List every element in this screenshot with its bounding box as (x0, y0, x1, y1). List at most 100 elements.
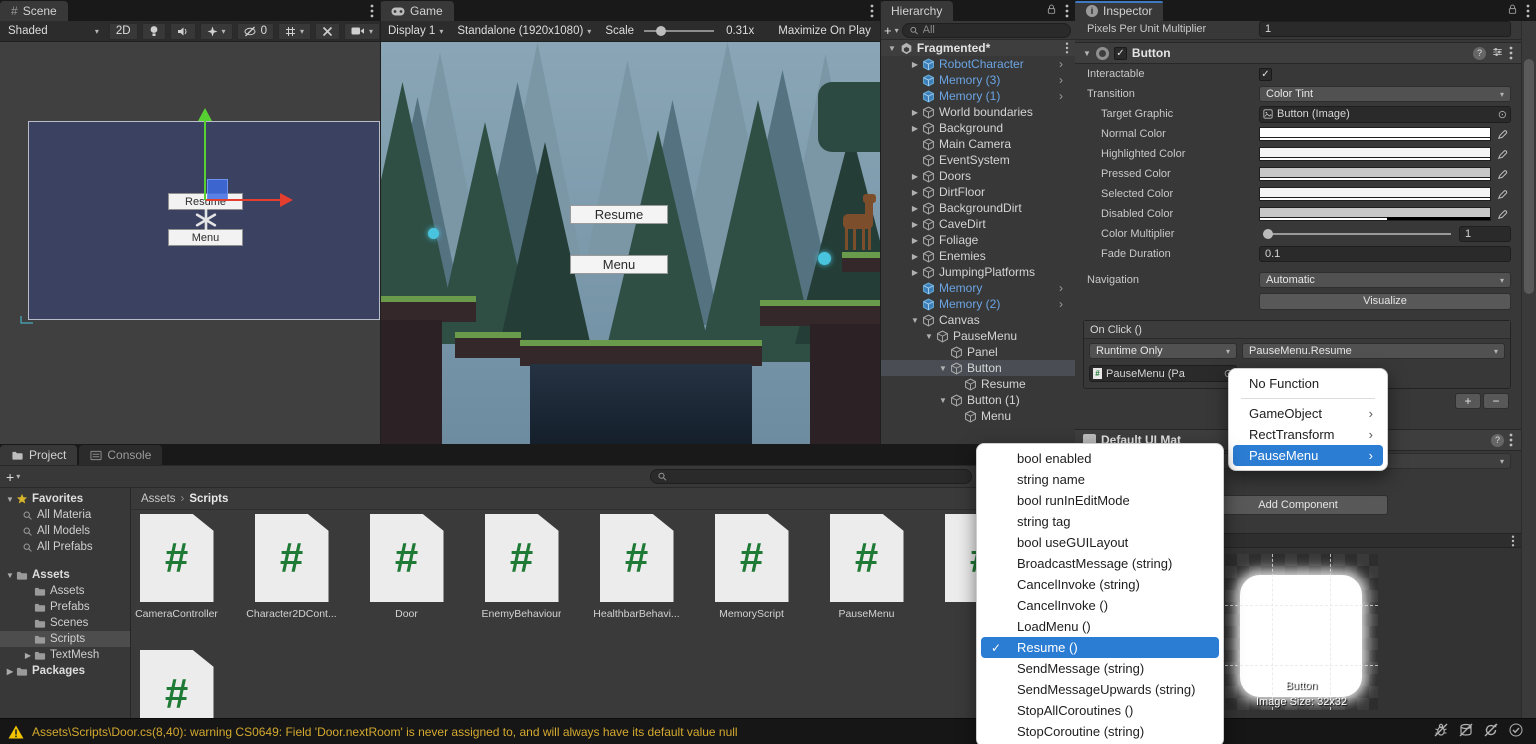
gizmo-y-axis[interactable] (204, 120, 206, 200)
check-circle-icon[interactable] (1508, 722, 1524, 741)
event-mode-dropdown[interactable]: Runtime Only▾ (1089, 343, 1237, 359)
expand-arrow-icon[interactable]: ▶ (908, 268, 922, 277)
visualize-button[interactable]: Visualize (1259, 293, 1511, 310)
cache-disabled-icon[interactable] (1458, 722, 1474, 741)
status-bar[interactable]: Assets\Scripts\Door.cs(8,40): warning CS… (0, 718, 1536, 744)
expand-arrow-icon[interactable]: ▶ (908, 124, 922, 133)
eyedropper-icon[interactable] (1495, 167, 1511, 181)
hierarchy-item[interactable]: ▶ Enemies (880, 248, 1075, 264)
hierarchy-menu-icon[interactable] (1065, 4, 1069, 18)
folder-item[interactable]: ▶ Packages (0, 663, 130, 679)
expand-arrow-icon[interactable]: ▶ (908, 204, 922, 213)
audio-toggle-button[interactable] (170, 23, 196, 40)
hierarchy-item[interactable]: ▶ Background (880, 120, 1075, 136)
menu-item[interactable]: SendMessage (string) (981, 658, 1219, 679)
game-viewport[interactable]: Resume Menu (380, 42, 880, 444)
expand-arrow-icon[interactable]: ▼ (888, 44, 896, 53)
hierarchy-item[interactable]: ▼ Button (1) (880, 392, 1075, 408)
folder-item[interactable]: ▶ TextMesh (0, 647, 130, 663)
hidden-objects-button[interactable]: 0 (237, 23, 274, 40)
toggle-2d-button[interactable]: 2D (109, 23, 138, 40)
eyedropper-icon[interactable] (1495, 207, 1511, 221)
hierarchy-item[interactable]: Memory › (880, 280, 1075, 296)
inspector-menu-icon[interactable] (1526, 4, 1530, 18)
script-asset[interactable]: # Character2DCont... (234, 510, 349, 646)
resolution-dropdown[interactable]: Standalone (1920x1080)▾ (451, 23, 597, 40)
console-warning-message[interactable]: Assets\Scripts\Door.cs(8,40): warning CS… (32, 725, 738, 739)
menu-item[interactable]: bool useGUILayout (981, 532, 1219, 553)
folder-item[interactable]: Assets (0, 583, 130, 599)
menu-item[interactable]: string tag (981, 511, 1219, 532)
expand-arrow-icon[interactable]: ▼ (4, 571, 16, 580)
grid-dropdown-button[interactable]: ▾ (278, 23, 311, 40)
project-search-input[interactable] (671, 471, 965, 483)
hierarchy-item[interactable]: ▼ PauseMenu (880, 328, 1075, 344)
folder-item[interactable]: Prefabs (0, 599, 130, 615)
gizmo-y-arrowhead[interactable] (198, 108, 212, 121)
eyedropper-icon[interactable] (1495, 147, 1511, 161)
expand-arrow-icon[interactable]: ▶ (908, 236, 922, 245)
scene-camera-button[interactable]: ▾ (344, 23, 380, 40)
menu-item[interactable]: CancelInvoke () (981, 595, 1219, 616)
breadcrumb-root[interactable]: Assets (141, 493, 176, 505)
maximize-on-play-button[interactable]: Maximize On Play (772, 23, 877, 40)
add-gameobject-button[interactable]: + (884, 23, 892, 38)
script-asset[interactable]: # MemoryScript (694, 510, 809, 646)
ppu-field[interactable]: 1 (1259, 21, 1511, 37)
expand-arrow-icon[interactable]: ▶ (908, 220, 922, 229)
shading-mode-dropdown[interactable]: Shaded▾ (2, 23, 105, 40)
color-swatch[interactable] (1259, 187, 1491, 201)
game-menu-button[interactable]: Menu (570, 255, 668, 274)
color-swatch[interactable] (1259, 147, 1491, 161)
prefab-chevron-icon[interactable]: › (1059, 281, 1075, 295)
menu-item[interactable]: bool enabled (981, 448, 1219, 469)
hierarchy-item[interactable]: ▶ World boundaries (880, 104, 1075, 120)
fold-arrow-icon[interactable]: ▼ (1083, 49, 1091, 58)
folder-item[interactable]: Scripts (0, 631, 130, 647)
prefab-chevron-icon[interactable]: › (1059, 89, 1075, 103)
material-menu-icon[interactable] (1509, 433, 1513, 447)
favorites-item[interactable]: All Models (0, 523, 130, 539)
component-enabled-checkbox[interactable]: ✓ (1114, 47, 1127, 60)
gizmo-rect-handle[interactable] (207, 179, 228, 200)
script-asset[interactable]: # HealthbarBehavi... (579, 510, 694, 646)
prefab-chevron-icon[interactable]: › (1059, 73, 1075, 87)
script-asset[interactable]: # CameraController (130, 510, 234, 646)
hierarchy-search-input[interactable] (923, 24, 1064, 36)
menu-item[interactable]: bool runInEditMode (981, 490, 1219, 511)
prefab-chevron-icon[interactable]: › (1059, 57, 1075, 71)
expand-arrow-icon[interactable]: ▼ (936, 364, 950, 373)
lighting-toggle-button[interactable] (142, 23, 166, 40)
hierarchy-item[interactable]: Memory (3) › (880, 72, 1075, 88)
display-dropdown[interactable]: Display 1▾ (382, 23, 449, 40)
presets-icon[interactable] (1491, 46, 1504, 61)
tab-console[interactable]: Console (79, 445, 162, 465)
eyedropper-icon[interactable] (1495, 187, 1511, 201)
debugger-disabled-icon[interactable] (1433, 722, 1449, 741)
menu-item[interactable]: LoadMenu () (981, 616, 1219, 637)
scene-header-row[interactable]: ▼ Fragmented* (880, 40, 1075, 56)
folder-item[interactable]: Scenes (0, 615, 130, 631)
prefab-chevron-icon[interactable]: › (1059, 297, 1075, 311)
refresh-disabled-icon[interactable] (1483, 722, 1499, 741)
scene-viewport[interactable]: Resume Menu (0, 42, 380, 444)
effects-dropdown-button[interactable]: ▾ (200, 23, 233, 40)
scene-tools-button[interactable] (315, 23, 340, 40)
scrollbar-thumb[interactable] (1524, 59, 1534, 294)
lock-icon[interactable] (1507, 3, 1518, 18)
hierarchy-item[interactable]: Main Camera (880, 136, 1075, 152)
help-icon[interactable]: ? (1491, 434, 1504, 447)
scene-options-icon[interactable] (1065, 42, 1075, 54)
breadcrumb-current[interactable]: Scripts (189, 493, 228, 505)
expand-arrow-icon[interactable]: ▶ (908, 172, 922, 181)
object-picker-icon[interactable]: ⊙ (1498, 108, 1507, 121)
script-asset[interactable]: # Door (349, 510, 464, 646)
tab-project[interactable]: Project (0, 445, 77, 465)
transition-dropdown[interactable]: Color Tint▾ (1259, 86, 1511, 102)
favorites-item[interactable]: All Prefabs (0, 539, 130, 555)
inspector-scrollbar[interactable] (1521, 21, 1536, 718)
menu-item[interactable]: string name (981, 469, 1219, 490)
expand-arrow-icon[interactable]: ▶ (4, 667, 16, 676)
expand-arrow-icon[interactable]: ▼ (908, 316, 922, 325)
slider-knob[interactable] (1263, 229, 1273, 239)
